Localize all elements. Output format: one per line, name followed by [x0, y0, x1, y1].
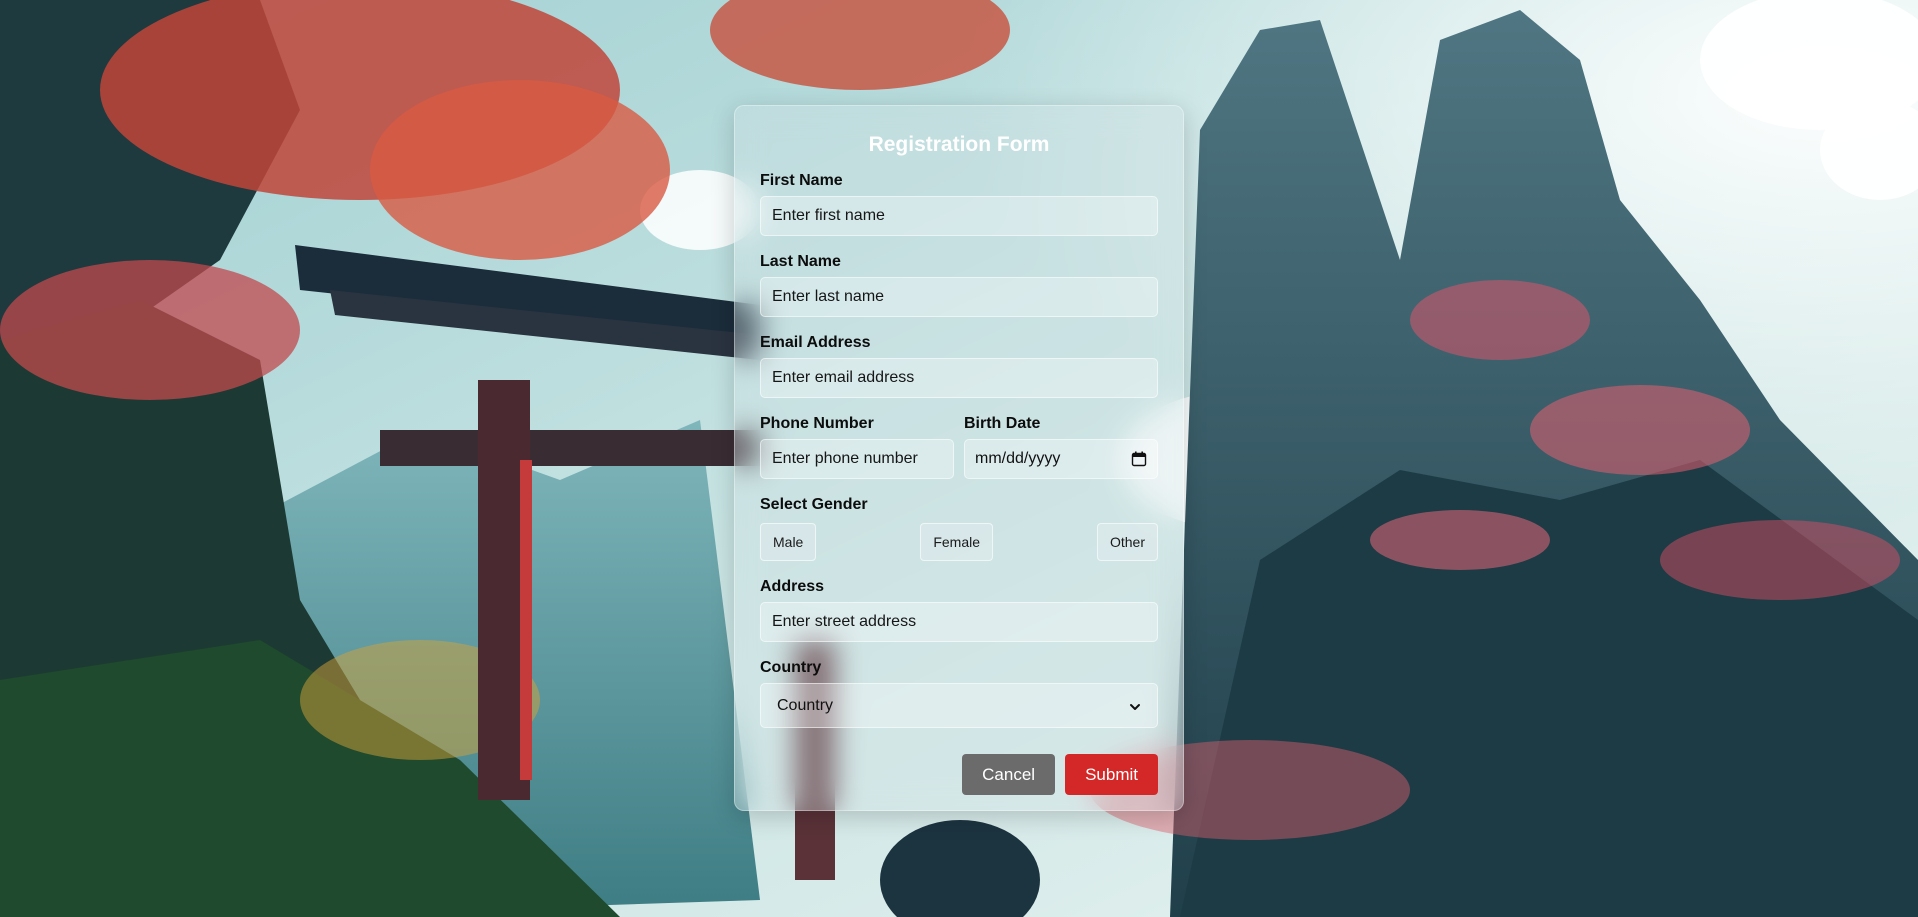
birth-date-label: Birth Date — [964, 415, 1041, 432]
registration-form: Registration Form First Name Last Name E… — [734, 105, 1184, 811]
gender-female-button[interactable]: Female — [920, 523, 994, 561]
phone-input[interactable] — [760, 439, 954, 479]
gender-male-button[interactable]: Male — [760, 523, 817, 561]
country-select[interactable]: Country — [760, 683, 1158, 728]
first-name-input[interactable] — [760, 196, 1158, 236]
gender-options: Male Female Other — [760, 523, 1158, 561]
address-label: Address — [760, 578, 825, 595]
calendar-icon[interactable] — [1131, 451, 1147, 467]
birth-date-input[interactable]: mm/dd/yyyy — [964, 439, 1158, 479]
country-label: Country — [760, 659, 822, 676]
last-name-input[interactable] — [760, 277, 1158, 317]
gender-label: Select Gender — [760, 496, 868, 513]
phone-group: Phone Number — [760, 414, 954, 479]
email-label: Email Address — [760, 334, 871, 351]
submit-button[interactable]: Submit — [1065, 754, 1158, 795]
gender-other-button[interactable]: Other — [1096, 523, 1158, 561]
email-group: Email Address — [760, 333, 1158, 398]
first-name-label: First Name — [760, 172, 843, 189]
last-name-label: Last Name — [760, 253, 841, 270]
birth-date-group: Birth Date mm/dd/yyyy — [964, 414, 1158, 479]
birth-date-value: mm/dd/yyyy — [975, 450, 1061, 467]
form-title: Registration Form — [868, 133, 1050, 156]
phone-birth-row: Phone Number Birth Date mm/dd/yyyy — [760, 414, 1158, 479]
phone-label: Phone Number — [760, 415, 874, 432]
country-select-value: Country — [777, 696, 834, 714]
first-name-group: First Name — [760, 171, 1158, 236]
address-input[interactable] — [760, 602, 1158, 642]
country-group: Country Country — [760, 658, 1158, 728]
gender-group: Select Gender Male Female Other — [760, 495, 1158, 561]
cancel-button[interactable]: Cancel — [962, 754, 1056, 795]
address-group: Address — [760, 577, 1158, 642]
last-name-group: Last Name — [760, 252, 1158, 317]
chevron-down-icon — [1129, 700, 1141, 712]
form-actions: Cancel Submit — [760, 754, 1158, 795]
email-input[interactable] — [760, 358, 1158, 398]
